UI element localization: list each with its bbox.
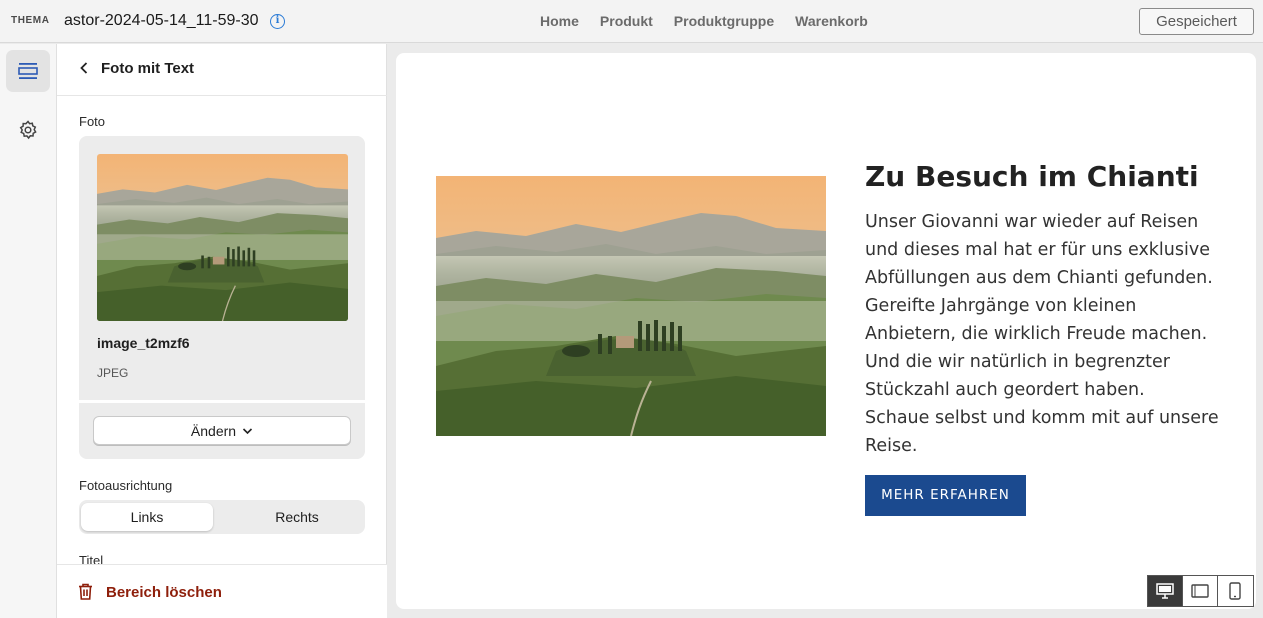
photo-thumbnail[interactable] <box>97 154 348 321</box>
nav-produkt[interactable]: Produkt <box>600 13 653 29</box>
panel-footer: Bereich löschen <box>57 564 387 618</box>
device-toggle <box>1147 575 1254 607</box>
photo-card: image_t2mzf6 JPEG Ändern <box>79 136 365 459</box>
page-nav: Home Produkt Produktgruppe Warenkorb <box>540 13 868 29</box>
alignment-left-option[interactable]: Links <box>81 503 213 531</box>
alignment-label: Fotoausrichtung <box>79 478 173 493</box>
nav-home[interactable]: Home <box>540 13 579 29</box>
body-line: Und die wir natürlich in begrenzter <box>865 352 1170 372</box>
info-icon[interactable]: i <box>270 14 285 29</box>
body-line: Stückzahl auch geordert haben. <box>865 380 1145 400</box>
section-body: Unser Giovanni war wieder auf Reisen und… <box>865 208 1230 460</box>
section-heading: Zu Besuch im Chianti <box>865 160 1199 193</box>
file-name: image_t2mzf6 <box>97 335 190 351</box>
mobile-icon <box>1229 582 1242 600</box>
body-line: Unser Giovanni war wieder auf Reisen <box>865 212 1199 232</box>
nav-produktgruppe[interactable]: Produktgruppe <box>674 13 774 29</box>
body-line: Reise. <box>865 436 918 456</box>
theme-name: astor-2024-05-14_11-59-30 <box>64 12 259 29</box>
saved-button[interactable]: Gespeichert <box>1139 8 1254 35</box>
photo-label: Foto <box>79 114 106 129</box>
body-line: Anbietern, die wirklich Freude machen. <box>865 324 1208 344</box>
desktop-view-button[interactable] <box>1148 576 1183 606</box>
body-line: Abfüllungen aus dem Chianti gefunden. <box>865 268 1213 288</box>
tablet-view-button[interactable] <box>1183 576 1218 606</box>
sections-icon <box>18 63 38 79</box>
chevron-down-icon <box>243 427 253 434</box>
alignment-toggle: Links Rechts <box>79 500 365 534</box>
nav-warenkorb[interactable]: Warenkorb <box>795 13 868 29</box>
preview-canvas: Zu Besuch im Chianti Unser Giovanni war … <box>396 53 1256 609</box>
divider <box>79 400 365 403</box>
file-type: JPEG <box>97 366 129 380</box>
brand-label: THEMA <box>11 15 50 26</box>
sections-button[interactable] <box>6 50 50 92</box>
desktop-icon <box>1156 583 1174 599</box>
settings-panel: Foto mit Text Foto image_t2mzf6 JPEG Änd… <box>57 44 387 618</box>
panel-title: Foto mit Text <box>101 60 195 77</box>
title-label: Titel <box>79 553 104 564</box>
settings-button[interactable] <box>6 109 50 151</box>
body-line: Gereifte Jahrgänge von kleinen <box>865 296 1137 316</box>
top-bar: THEMA astor-2024-05-14_11-59-30 i Home P… <box>0 0 1263 43</box>
section-image <box>436 176 826 436</box>
learn-more-button[interactable]: MEHR ERFAHREN <box>865 475 1026 516</box>
left-rail <box>0 44 57 618</box>
trash-icon[interactable] <box>78 583 93 600</box>
delete-section-button[interactable]: Bereich löschen <box>106 584 222 601</box>
body-line: und dieses mal hat er für uns exklusive <box>865 240 1210 260</box>
panel-header: Foto mit Text <box>57 44 387 96</box>
body-line: Schaue selbst und komm mit auf unsere <box>865 408 1219 428</box>
mobile-view-button[interactable] <box>1218 576 1253 606</box>
change-photo-button[interactable]: Ändern <box>93 416 351 445</box>
alignment-right-option[interactable]: Rechts <box>231 503 363 531</box>
chevron-left-icon[interactable] <box>78 60 90 76</box>
tablet-icon <box>1191 584 1209 598</box>
change-photo-label: Ändern <box>190 422 237 439</box>
gear-icon <box>19 120 37 140</box>
